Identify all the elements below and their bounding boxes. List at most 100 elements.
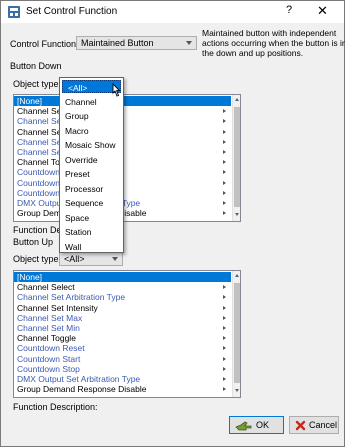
chevron-right-icon — [223, 305, 226, 310]
set-control-function-dialog: Set Control Function ? ✕ Control Functio… — [0, 0, 345, 447]
button-down-label: Button Down — [10, 61, 62, 71]
dropdown-option[interactable]: Processor — [60, 182, 123, 196]
chevron-right-icon — [223, 170, 226, 175]
list-item-label: Channel Set Intensity — [17, 302, 98, 313]
list-item-label: Countdown Stop — [17, 363, 80, 374]
title-bar: Set Control Function ? ✕ — [1, 1, 344, 23]
chevron-right-icon — [223, 180, 226, 185]
dropdown-option-label: Group — [65, 111, 89, 121]
list-item-label: Channel Toggle — [17, 333, 76, 344]
list-item[interactable]: Channel Set Arbitration Type — [14, 292, 231, 302]
close-button[interactable]: ✕ — [317, 3, 328, 19]
chevron-right-icon — [223, 295, 226, 300]
chevron-right-icon — [223, 387, 226, 392]
object-type-dropdown-menu[interactable]: <All> Channel Group Macro Mosaic Show Overrid… — [59, 77, 124, 253]
chevron-right-icon — [223, 190, 226, 195]
window-title: Set Control Function — [26, 6, 118, 17]
ok-button[interactable]: OK — [229, 416, 284, 434]
chevron-right-icon — [223, 356, 226, 361]
list-item-label: Channel Set Arbitration Type — [17, 292, 126, 303]
list-item-label: [None] — [17, 272, 43, 282]
button-down-object-type-label: Object type — [13, 79, 59, 89]
list-item-label: Countdown — [17, 167, 61, 178]
list-item[interactable]: Countdown Stop — [14, 364, 231, 374]
list-item-label: Channel Se — [17, 136, 62, 147]
list-item-label: Countdown — [17, 187, 61, 198]
button-up-function-description-label: Function Description: — [13, 402, 98, 412]
button-up-scrollbar[interactable] — [232, 271, 240, 397]
dropdown-option[interactable]: Override — [60, 153, 123, 167]
scroll-down-icon[interactable] — [235, 213, 239, 216]
dropdown-option-label: Macro — [65, 125, 89, 136]
list-item[interactable]: [None] — [14, 272, 231, 282]
list-item[interactable]: Countdown Reset — [14, 343, 231, 353]
dropdown-option[interactable]: Mosaic Show — [60, 138, 123, 152]
chevron-right-icon — [223, 160, 226, 165]
list-item-label: Countdown Reset — [17, 343, 85, 354]
mouse-cursor-icon — [112, 83, 121, 97]
ok-hand-icon — [235, 421, 252, 431]
cancel-button-label: Cancel — [309, 420, 338, 430]
chevron-right-icon — [223, 150, 226, 154]
chevron-right-icon — [223, 336, 226, 341]
dropdown-option-label: Mosaic Show — [65, 140, 116, 150]
scroll-up-icon[interactable] — [235, 274, 239, 277]
button-up-action-list[interactable]: [None] Channel Select Channel Set Arbitrat… — [13, 270, 241, 398]
dropdown-option[interactable]: Wall — [60, 240, 123, 254]
chevron-right-icon — [223, 211, 226, 216]
list-item[interactable]: Channel Set Intensity — [14, 303, 231, 313]
control-function-label: Control Function: — [10, 39, 79, 49]
help-button[interactable]: ? — [286, 4, 292, 16]
list-item-label: Channel Select — [17, 282, 75, 293]
button-down-action-list[interactable]: [None] Channel Se Channel Se Channel Se Chan… — [13, 94, 241, 222]
button-down-scrollbar[interactable] — [232, 95, 240, 221]
dropdown-option[interactable]: Station — [60, 225, 123, 239]
list-item-label: DMX Output Set Arbitration Type — [17, 374, 141, 384]
dropdown-option-label: Wall — [65, 241, 82, 252]
cancel-button[interactable]: Cancel — [289, 416, 339, 434]
dropdown-option[interactable]: Group — [60, 109, 123, 123]
list-item-label: Channel Se — [17, 126, 62, 137]
list-item-label: Channel Set Max — [17, 312, 83, 323]
dropdown-option-label: Sequence — [65, 198, 104, 208]
control-function-select[interactable]: Maintained Button — [76, 36, 197, 50]
list-item[interactable]: Channel Set Max — [14, 313, 231, 323]
dropdown-option-label: Station — [65, 227, 92, 237]
list-item[interactable]: Channel Select — [14, 282, 231, 292]
chevron-right-icon — [223, 109, 226, 114]
chevron-right-icon — [223, 315, 226, 320]
chevron-right-icon — [223, 139, 226, 144]
chevron-right-icon — [223, 377, 226, 381]
dropdown-option-label: Override — [65, 154, 98, 165]
chevron-right-icon — [223, 201, 226, 205]
list-item[interactable]: Group Demand Response Disable — [14, 384, 231, 394]
cancel-x-icon — [295, 420, 306, 431]
app-icon — [8, 6, 20, 18]
dropdown-option[interactable]: Sequence — [60, 196, 123, 210]
chevron-right-icon — [223, 366, 226, 371]
dialog-body: Control Function: Maintained Button Main… — [1, 23, 345, 446]
description-line: actions occurring when the button is in — [202, 38, 345, 48]
list-item-label: Channel To — [17, 157, 60, 168]
description-line: Maintained button with independent — [202, 28, 337, 38]
chevron-right-icon — [223, 326, 226, 330]
scroll-thumb[interactable] — [234, 107, 240, 207]
list-item[interactable]: Channel Toggle — [14, 333, 231, 343]
chevron-right-icon — [223, 346, 226, 351]
scroll-up-icon[interactable] — [235, 98, 239, 101]
list-item[interactable]: Channel Set Min — [14, 323, 231, 333]
scroll-thumb[interactable] — [234, 283, 240, 383]
dropdown-option[interactable]: Space — [60, 211, 123, 225]
chevron-right-icon — [223, 129, 226, 134]
list-item-label: Channel Se — [17, 106, 62, 117]
button-up-object-type-select[interactable]: <All> — [59, 252, 123, 266]
chevron-right-icon — [223, 285, 226, 290]
list-item[interactable]: DMX Output Set Arbitration Type — [14, 374, 231, 384]
dropdown-option-label: <All> — [68, 83, 88, 93]
scroll-down-icon[interactable] — [235, 389, 239, 392]
list-item-label: Group Demand Response Disable — [17, 384, 147, 395]
control-function-value: Maintained Button — [81, 38, 154, 48]
dropdown-option[interactable]: Macro — [60, 124, 123, 138]
dropdown-option[interactable]: Preset — [60, 167, 123, 181]
list-item[interactable]: Countdown Start — [14, 354, 231, 364]
